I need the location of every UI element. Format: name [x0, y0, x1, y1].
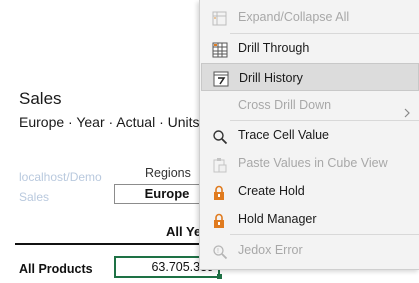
report-title: Sales: [19, 89, 62, 108]
connection-info: localhost/Demo Sales: [19, 167, 102, 207]
lock-icon: [212, 211, 228, 228]
menu-item-hold-manager[interactable]: Hold Manager: [200, 205, 419, 233]
cube-name: Sales: [19, 190, 50, 204]
menu-item-drill-through[interactable]: Drill Through: [200, 34, 419, 62]
menu-item-label: Cross Drill Down: [238, 98, 332, 112]
menu-item-cross-drill-down[interactable]: Cross Drill Down: [200, 91, 419, 119]
header-divider: [15, 243, 225, 245]
regions-label: Regions: [145, 166, 191, 180]
drill-through-icon: [212, 40, 228, 58]
report-subtitle: Europe · Year · Actual · Units: [19, 114, 200, 130]
menu-item-drill-history[interactable]: Drill History: [201, 63, 419, 91]
menu-item-label: Jedox Error: [238, 243, 303, 257]
expand-collapse-icon: [212, 9, 228, 26]
lock-icon: [212, 183, 228, 200]
menu-separator: [230, 234, 419, 235]
context-menu: Expand/Collapse All Drill Through Drill …: [199, 0, 419, 270]
menu-item-label: Hold Manager: [238, 212, 317, 226]
menu-item-label: Create Hold: [238, 184, 305, 198]
menu-item-paste-values[interactable]: Paste Values in Cube View: [200, 149, 419, 177]
menu-item-label: Paste Values in Cube View: [238, 156, 388, 170]
paste-icon: [212, 155, 228, 173]
cell-fill-handle[interactable]: [217, 274, 222, 279]
menu-item-label: Drill Through: [238, 41, 310, 55]
menu-item-label: Drill History: [239, 71, 303, 85]
menu-item-expand-collapse-all[interactable]: Expand/Collapse All: [200, 3, 419, 31]
chevron-right-icon: [402, 100, 412, 118]
connection-name: localhost/Demo: [19, 170, 102, 184]
svg-text:!: !: [217, 248, 219, 255]
menu-item-label: Trace Cell Value: [238, 128, 330, 142]
menu-item-jedox-error[interactable]: ! Jedox Error: [200, 236, 419, 264]
magnifier-icon: [212, 127, 228, 145]
menu-item-trace-cell-value[interactable]: Trace Cell Value: [200, 121, 419, 149]
drill-history-icon: [213, 69, 229, 87]
row-label: All Products: [19, 262, 93, 276]
menu-item-label: Expand/Collapse All: [238, 10, 350, 24]
menu-item-create-hold[interactable]: Create Hold: [200, 177, 419, 205]
error-search-icon: !: [212, 242, 228, 260]
